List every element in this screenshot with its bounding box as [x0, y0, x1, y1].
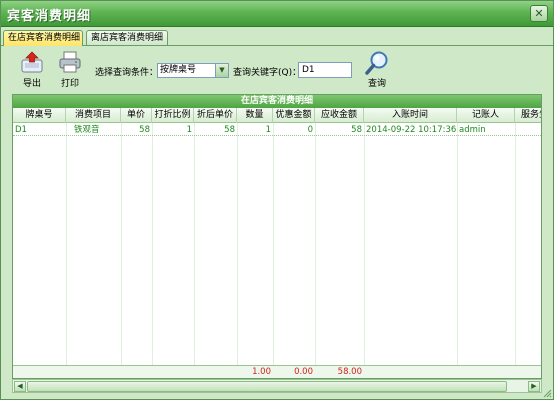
cell-qty: 1 [265, 125, 271, 135]
col-qty[interactable]: 数量 [237, 108, 273, 123]
cell-net-price: 58 [224, 125, 235, 135]
scroll-left-icon[interactable]: ◀ [14, 381, 26, 392]
print-label: 打印 [60, 79, 79, 89]
col-off[interactable]: 优惠金额 [273, 108, 315, 123]
cell-table-no: D1 [15, 125, 27, 135]
consumption-grid: 在店宾客消费明细 牌桌号 消费项目 单价 打折比例 折后单价 数量 优惠金额 应… [12, 94, 542, 379]
condition-label: 选择查询条件： [95, 68, 159, 78]
cell-discount: 1 [186, 125, 192, 135]
export-label: 导出 [22, 79, 41, 89]
col-discount[interactable]: 打折比例 [152, 108, 194, 123]
table-row[interactable]: D1 铁观音 58 1 58 1 0 58 2014-09-22 10:17:3… [13, 124, 541, 136]
cell-price: 58 [139, 125, 150, 135]
search-button[interactable]: 查询 [363, 51, 391, 89]
print-button[interactable]: 打印 [56, 51, 84, 89]
col-waiter[interactable]: 服务生 [515, 108, 541, 123]
resize-grip-icon[interactable] [542, 388, 552, 398]
col-net-price[interactable]: 折后单价 [194, 108, 237, 123]
total-qty: 1.00 [252, 367, 271, 377]
export-button[interactable]: 导出 [18, 51, 46, 89]
tab-divider [1, 45, 553, 46]
keyword-input[interactable]: D1 [298, 62, 352, 78]
col-due[interactable]: 应收金额 [315, 108, 364, 123]
consumption-detail-window: 宾客消费明细 ✕ 在店宾客消费明细 离店宾客消费明细 导出 打印 查询 选择查询… [0, 0, 554, 400]
col-item[interactable]: 消费项目 [66, 108, 121, 123]
tab-checked-out[interactable]: 离店宾客消费明细 [86, 30, 168, 46]
col-price[interactable]: 单价 [121, 108, 152, 123]
cell-clerk: admin [459, 125, 486, 135]
grid-totals-row: 1.00 0.00 58.00 [13, 365, 541, 378]
horizontal-scrollbar[interactable]: ◀ ▶ [12, 379, 542, 393]
total-due: 58.00 [337, 367, 362, 377]
close-button[interactable]: ✕ [530, 5, 548, 22]
col-table-no[interactable]: 牌桌号 [13, 108, 66, 123]
condition-select[interactable]: 按牌桌号 ▼ [157, 63, 229, 78]
export-icon [20, 51, 44, 73]
total-off: 0.00 [294, 367, 313, 377]
cell-item: 铁观音 [74, 125, 100, 135]
scroll-right-icon[interactable]: ▶ [528, 381, 540, 392]
scroll-thumb[interactable] [27, 381, 507, 392]
print-icon [58, 51, 82, 73]
cell-off: 0 [307, 125, 313, 135]
cell-waiter [515, 124, 541, 136]
magnifier-icon [365, 51, 389, 75]
col-clerk[interactable]: 记账人 [457, 108, 515, 123]
grid-header: 牌桌号 消费项目 单价 打折比例 折后单价 数量 优惠金额 应收金额 入账时间 … [13, 108, 541, 123]
col-time[interactable]: 入账时间 [364, 108, 457, 123]
grid-caption: 在店宾客消费明细 [13, 95, 541, 108]
window-title: 宾客消费明细 [7, 9, 92, 24]
tab-in-store[interactable]: 在店宾客消费明细 [3, 30, 83, 46]
dropdown-arrow-icon[interactable]: ▼ [215, 64, 228, 77]
cell-due: 58 [351, 125, 362, 135]
condition-value: 按牌桌号 [160, 65, 197, 75]
keyword-label: 查询关键字(Q)： [233, 68, 302, 78]
search-label: 查询 [367, 79, 386, 89]
cell-time: 2014-09-22 10:17:36 [366, 125, 457, 135]
title-bar[interactable]: 宾客消费明细 ✕ [1, 1, 553, 27]
